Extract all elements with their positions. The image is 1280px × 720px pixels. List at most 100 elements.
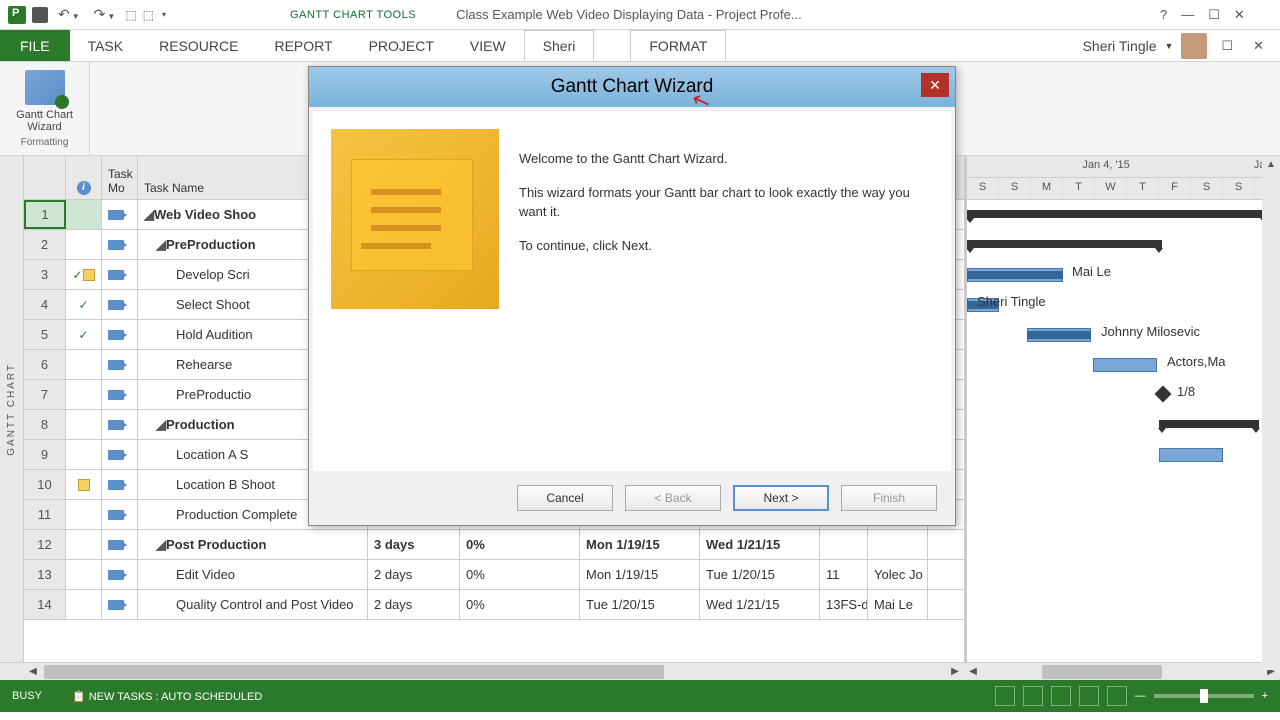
cell-pred[interactable]: 11 xyxy=(820,560,868,589)
close-icon[interactable]: ✕ xyxy=(1234,7,1245,23)
cancel-button[interactable]: Cancel xyxy=(517,485,613,511)
tab-resource[interactable]: RESOURCE xyxy=(141,30,256,61)
back-button[interactable]: < Back xyxy=(625,485,721,511)
cell-indicator[interactable] xyxy=(66,350,102,379)
cell-indicator[interactable] xyxy=(66,470,102,499)
gantt-wizard-button[interactable]: Gantt Chart Wizard xyxy=(0,109,89,133)
qat-icon-1[interactable]: ⬚ xyxy=(125,8,136,22)
summary-bar[interactable] xyxy=(1159,420,1259,428)
scroll-left-icon[interactable]: ◀ xyxy=(964,663,982,680)
cell-res[interactable]: Mai Le xyxy=(868,590,928,619)
zoom-out-icon[interactable]: — xyxy=(1135,690,1146,702)
tab-sheri[interactable]: Sheri xyxy=(524,30,595,61)
minimize-icon[interactable]: — xyxy=(1181,7,1194,23)
table-row[interactable]: 14 Quality Control and Post Video2 days0… xyxy=(24,590,964,620)
cell-finish[interactable]: Tue 1/20/15 xyxy=(700,560,820,589)
summary-bar[interactable] xyxy=(967,240,1162,248)
cell-percent[interactable]: 0% xyxy=(460,590,580,619)
cell-start[interactable]: Tue 1/20/15 xyxy=(580,590,700,619)
gantt-bars-area[interactable]: Mai Le Sheri Tingle Johnny Milosevic Act… xyxy=(967,200,1280,470)
qat-icon-2[interactable]: ⬚ xyxy=(143,8,154,22)
window-close-icon[interactable]: ✕ xyxy=(1247,38,1270,54)
task-bar[interactable] xyxy=(1093,358,1157,372)
tab-file[interactable]: FILE xyxy=(0,30,70,61)
view-bar[interactable]: GANTT CHART xyxy=(0,156,24,662)
cell-duration[interactable]: 2 days xyxy=(368,560,460,589)
cell-mode[interactable] xyxy=(102,290,138,319)
cell-indicator[interactable]: ✓ xyxy=(66,290,102,319)
dialog-close-button[interactable]: ✕ xyxy=(921,73,949,97)
cell-id[interactable]: 4 xyxy=(24,290,66,319)
cell-pred[interactable]: 13FS-day xyxy=(820,590,868,619)
task-bar[interactable] xyxy=(1159,448,1223,462)
scroll-left-icon[interactable]: ◀ xyxy=(24,663,42,680)
gantt-wizard-icon[interactable] xyxy=(25,70,65,105)
tab-format[interactable]: FORMAT xyxy=(630,30,726,61)
next-button[interactable]: Next > xyxy=(733,485,829,511)
tab-task[interactable]: TASK xyxy=(70,30,142,61)
cell-mode[interactable] xyxy=(102,500,138,529)
cell-id[interactable]: 3 xyxy=(24,260,66,289)
cell-indicator[interactable] xyxy=(66,380,102,409)
gantt-hscroll[interactable]: ◀ ▶ xyxy=(964,662,1280,680)
cell-finish[interactable]: Wed 1/21/15 xyxy=(700,530,820,559)
tab-view[interactable]: VIEW xyxy=(452,30,524,61)
save-icon[interactable] xyxy=(32,7,48,23)
cell-mode[interactable] xyxy=(102,440,138,469)
cell-indicator[interactable]: ✓ xyxy=(66,320,102,349)
cell-indicator[interactable] xyxy=(66,590,102,619)
cell-id[interactable]: 5 xyxy=(24,320,66,349)
cell-percent[interactable]: 0% xyxy=(460,530,580,559)
redo-icon[interactable]: ↷▼ xyxy=(90,6,120,23)
maximize-icon[interactable]: ☐ xyxy=(1208,7,1220,23)
cell-res[interactable] xyxy=(868,530,928,559)
milestone-diamond[interactable] xyxy=(1155,386,1172,403)
cell-mode[interactable] xyxy=(102,380,138,409)
user-area[interactable]: Sheri Tingle ▼ ☐ ✕ xyxy=(1083,30,1280,61)
cell-indicator[interactable] xyxy=(66,230,102,259)
undo-icon[interactable]: ↶▼ xyxy=(54,6,84,23)
view-shortcut-4-icon[interactable] xyxy=(1079,686,1099,706)
cell-id[interactable]: 2 xyxy=(24,230,66,259)
scroll-up-icon[interactable]: ▲ xyxy=(1262,156,1280,174)
cell-indicator[interactable] xyxy=(66,440,102,469)
cell-mode[interactable] xyxy=(102,320,138,349)
cell-id[interactable]: 12 xyxy=(24,530,66,559)
cell-mode[interactable] xyxy=(102,470,138,499)
cell-id[interactable]: 11 xyxy=(24,500,66,529)
cell-mode[interactable] xyxy=(102,260,138,289)
cell-id[interactable]: 9 xyxy=(24,440,66,469)
cell-mode[interactable] xyxy=(102,530,138,559)
cell-id[interactable]: 14 xyxy=(24,590,66,619)
cell-mode[interactable] xyxy=(102,200,138,229)
vertical-scrollbar[interactable]: ▲ xyxy=(1262,156,1280,670)
tab-project[interactable]: PROJECT xyxy=(351,30,452,61)
view-shortcut-3-icon[interactable] xyxy=(1051,686,1071,706)
help-icon[interactable]: ? xyxy=(1160,7,1167,23)
cell-duration[interactable]: 2 days xyxy=(368,590,460,619)
cell-id[interactable]: 13 xyxy=(24,560,66,589)
cell-mode[interactable] xyxy=(102,410,138,439)
cell-id[interactable]: 10 xyxy=(24,470,66,499)
cell-indicator[interactable] xyxy=(66,410,102,439)
table-row[interactable]: 13 Edit Video2 days0%Mon 1/19/15Tue 1/20… xyxy=(24,560,964,590)
col-id[interactable] xyxy=(24,156,66,199)
cell-id[interactable]: 8 xyxy=(24,410,66,439)
cell-name[interactable]: Edit Video xyxy=(138,560,368,589)
summary-bar[interactable] xyxy=(967,210,1267,218)
cell-start[interactable]: Mon 1/19/15 xyxy=(580,530,700,559)
cell-indicator[interactable]: ✓ xyxy=(66,260,102,289)
cell-id[interactable]: 1 xyxy=(24,200,66,229)
view-shortcut-2-icon[interactable] xyxy=(1023,686,1043,706)
cell-percent[interactable]: 0% xyxy=(460,560,580,589)
table-hscroll[interactable]: ◀ ▶ xyxy=(24,662,964,680)
cell-indicator[interactable] xyxy=(66,560,102,589)
cell-name[interactable]: Quality Control and Post Video xyxy=(138,590,368,619)
col-task-mode[interactable]: Task Mo xyxy=(102,156,138,199)
ribbon-collapse-icon[interactable]: ☐ xyxy=(1215,38,1239,54)
dialog-titlebar[interactable]: Gantt Chart Wizard ✕ xyxy=(309,67,955,107)
cell-indicator[interactable] xyxy=(66,200,102,229)
cell-duration[interactable]: 3 days xyxy=(368,530,460,559)
cell-indicator[interactable] xyxy=(66,530,102,559)
col-indicators[interactable]: i xyxy=(66,156,102,199)
